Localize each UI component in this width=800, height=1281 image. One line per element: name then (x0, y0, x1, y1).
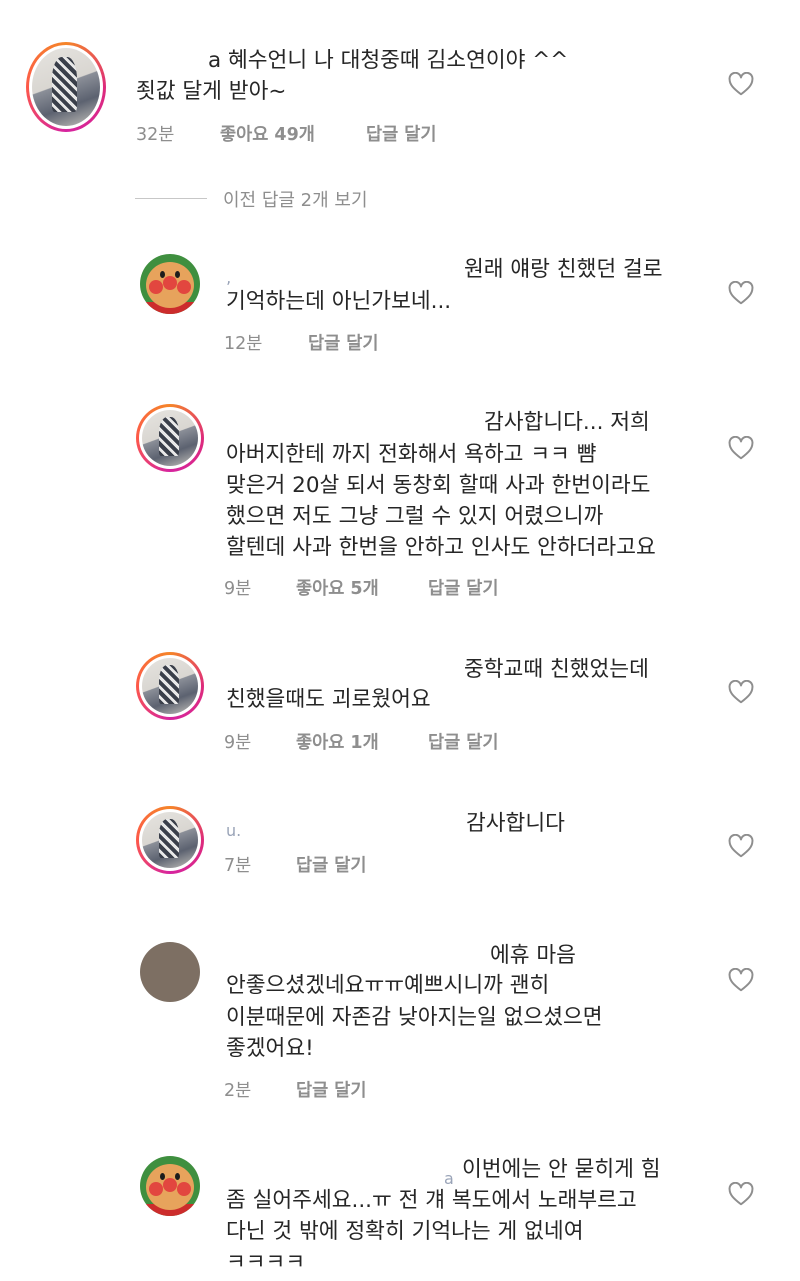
heart-outline-icon[interactable] (728, 281, 754, 305)
comment-time: 2분 (224, 1081, 252, 1101)
comment-text-line: 이번에는 안 묻히게 힘 (462, 1157, 661, 1182)
reply-button[interactable]: 답글 달기 (428, 575, 499, 600)
comment-time: 9분 (224, 733, 252, 753)
avatar[interactable] (26, 42, 106, 132)
comment-text-line: 맞은거 20살 되서 동창회 할때 사과 한번이라도 (226, 473, 651, 498)
comment-text-line: 다닌 것 밖에 정확히 기억나는 게 없네여 (226, 1219, 584, 1244)
comment-time: 7분 (224, 856, 252, 876)
heart-outline-icon[interactable] (728, 968, 754, 992)
comment-meta: 32분 (136, 121, 174, 146)
comment-text-line: 죗값 달게 받아~ (136, 79, 287, 104)
comment-text-line: 이분때문에 자존감 낮아지는일 없으셨으면 (226, 1005, 603, 1030)
comment-text-line: 감사합니다 (466, 811, 565, 836)
likes-count[interactable]: 좋아요 1개 (296, 729, 379, 754)
comment-time: 12분 (224, 334, 263, 354)
reply-button[interactable]: 답글 달기 (308, 330, 379, 355)
comment-text-line: 좀 실어주세요...ㅠ 전 걔 복도에서 노래부르고 (226, 1188, 637, 1213)
heart-outline-icon[interactable] (728, 1182, 754, 1206)
reply-button[interactable]: 답글 달기 (366, 121, 437, 146)
avatar[interactable] (136, 806, 204, 874)
comment-text-line: 친했을때도 괴로웠어요 (226, 687, 431, 712)
avatar[interactable] (136, 652, 204, 720)
comment-text-line: 했으면 저도 그냥 그럴 수 있지 어렸으니까 (226, 504, 604, 529)
username-redacted[interactable]: u. (226, 815, 241, 846)
likes-count[interactable]: 좋아요 49개 (220, 121, 315, 146)
view-replies-label[interactable]: 이전 답글 2개 보기 (223, 186, 368, 212)
likes-count[interactable]: 좋아요 5개 (296, 575, 379, 600)
comment-time: 9분 (224, 579, 252, 599)
avatar[interactable] (140, 254, 200, 314)
heart-outline-icon[interactable] (728, 680, 754, 704)
comment-text-line: 원래 얘랑 친했던 걸로 (464, 257, 663, 282)
comment-text-line: 할텐데 사과 한번을 안하고 인사도 안하더라고요 (226, 535, 656, 560)
avatar[interactable] (140, 1156, 200, 1216)
reply-button[interactable]: 답글 달기 (296, 1077, 367, 1102)
heart-outline-icon[interactable] (728, 834, 754, 858)
avatar[interactable] (136, 404, 204, 472)
comment-text-line: 감사합니다... 저희 (484, 410, 650, 435)
comment-time: 32분 (136, 125, 175, 145)
comment-text-line: 기억하는데 아닌가보네... (226, 289, 452, 314)
divider (135, 198, 207, 199)
reply-button[interactable]: 답글 달기 (296, 852, 367, 877)
comment-text-line: 혜수언니 나 대청중때 김소연이야 ^^ (228, 48, 569, 73)
heart-outline-icon[interactable] (728, 72, 754, 96)
comment-text-line: 좋겠어요! (226, 1036, 314, 1061)
comment-text-line: ㅋㅋㅋㅋ (226, 1250, 306, 1275)
comment-text-line: 안좋으셨겠네요ㅠㅠ예쁘시니까 괜히 (226, 973, 550, 998)
avatar[interactable] (140, 942, 200, 1002)
username[interactable]: a (208, 45, 221, 76)
comment-text-line: 아버지한테 까지 전화해서 욕하고 ㅋㅋ 뺨 (226, 442, 597, 467)
comment-text-line: 에휴 마음 (490, 943, 576, 968)
heart-outline-icon[interactable] (728, 436, 754, 460)
comment-text-line: 중학교때 친했었는데 (464, 657, 649, 682)
view-previous-replies[interactable]: 이전 답글 2개 보기 (135, 186, 535, 212)
reply-button[interactable]: 답글 달기 (428, 729, 499, 754)
